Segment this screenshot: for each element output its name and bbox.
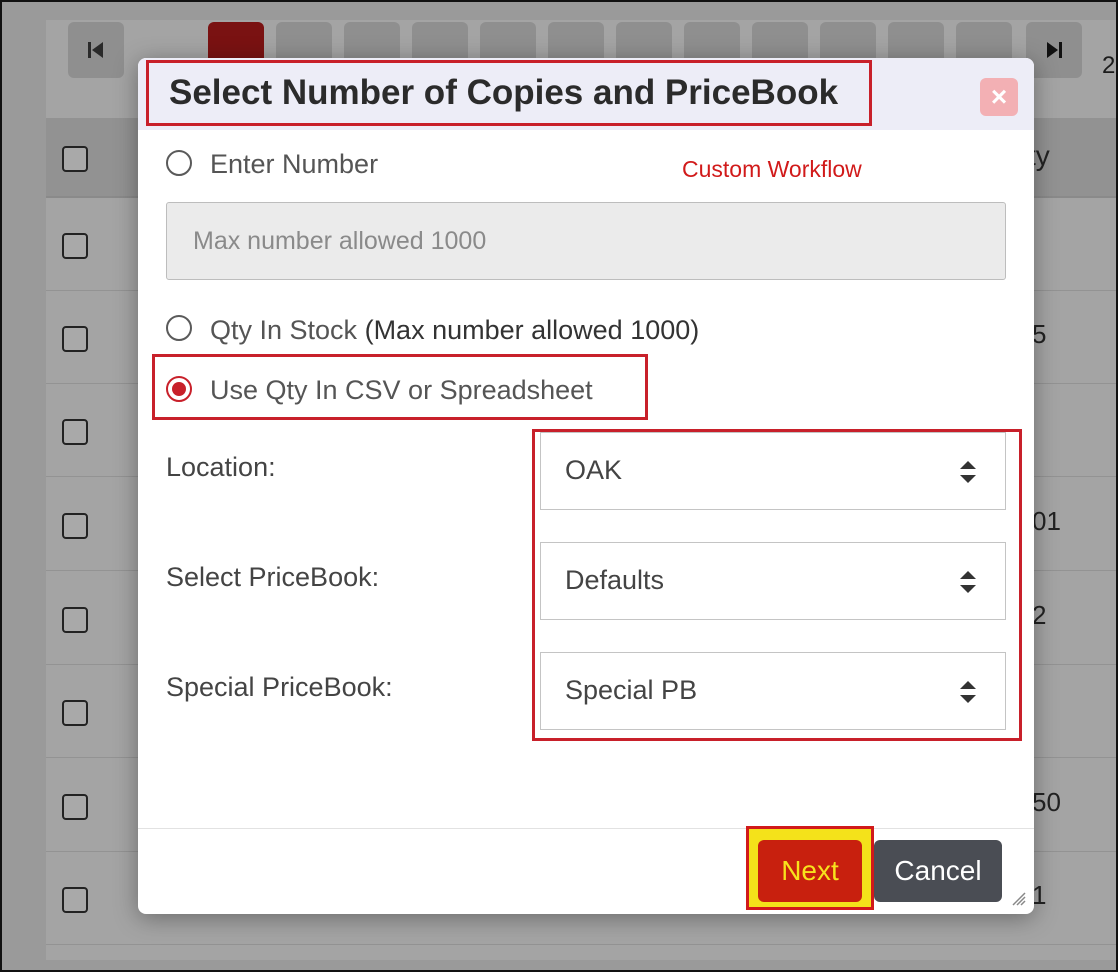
dialog-header: Select Number of Copies and PriceBook × [138,58,1034,130]
pricebook-select[interactable]: Defaults [540,542,1006,620]
footer-divider [138,828,1034,829]
row-value: 01 [1032,506,1061,536]
next-button[interactable]: Next [758,840,862,902]
first-page-icon [88,42,103,58]
enter-number-label: Enter Number [210,149,379,179]
location-select-value: OAK [565,455,623,485]
pricebook-label: Select PriceBook: [166,562,380,592]
copies-pricebook-dialog: Select Number of Copies and PriceBook × … [138,58,1034,914]
row-value: 2 [1032,600,1047,630]
select-arrows-icon [960,681,976,703]
qty-in-stock-label: Qty In Stock [210,315,358,345]
row-value: 5 [1032,319,1047,349]
close-button[interactable]: × [980,78,1018,116]
pricebook-select-value: Defaults [565,565,665,595]
row-checkbox[interactable] [62,700,88,726]
select-arrows-icon [960,571,976,593]
qty-in-stock-radio[interactable] [166,315,192,341]
row-checkbox[interactable] [62,887,88,913]
last-page-icon [1047,42,1062,58]
select-arrows-icon [960,461,976,483]
dialog-title: Select Number of Copies and PriceBook [146,60,872,126]
row-checkbox[interactable] [62,419,88,445]
row-value: 1 [1032,880,1047,910]
row-checkbox[interactable] [62,607,88,633]
pager-count-text: 2 [1102,52,1116,79]
row-checkbox[interactable] [62,794,88,820]
last-page-button[interactable] [1026,22,1082,78]
custom-workflow-annotation: Custom Workflow [682,156,862,182]
enter-number-radio[interactable] [166,150,192,176]
location-select[interactable]: OAK [540,432,1006,510]
first-page-button[interactable] [68,22,124,78]
cancel-button[interactable]: Cancel [874,840,1002,902]
special-pricebook-select-value: Special PB [565,675,698,705]
row-checkbox[interactable] [62,513,88,539]
qty-in-stock-option: Qty In Stock (Max number allowed 1000) [210,315,699,346]
qty-in-stock-note: (Max number allowed 1000) [364,315,700,345]
close-icon: × [990,81,1008,112]
special-pricebook-label: Special PriceBook: [166,672,393,702]
use-csv-radio[interactable] [166,376,192,402]
resize-handle-icon[interactable] [1010,890,1026,906]
number-of-copies-input[interactable] [166,202,1006,280]
row-checkbox[interactable] [62,233,88,259]
use-csv-label: Use Qty In CSV or Spreadsheet [210,375,593,405]
select-all-checkbox[interactable] [62,146,88,172]
location-label: Location: [166,452,276,482]
screenshot-frame: 2 ty 5 01 2 50 1 Select Number of Copies… [0,0,1118,972]
row-checkbox[interactable] [62,326,88,352]
row-value: 50 [1032,787,1061,817]
special-pricebook-select[interactable]: Special PB [540,652,1006,730]
